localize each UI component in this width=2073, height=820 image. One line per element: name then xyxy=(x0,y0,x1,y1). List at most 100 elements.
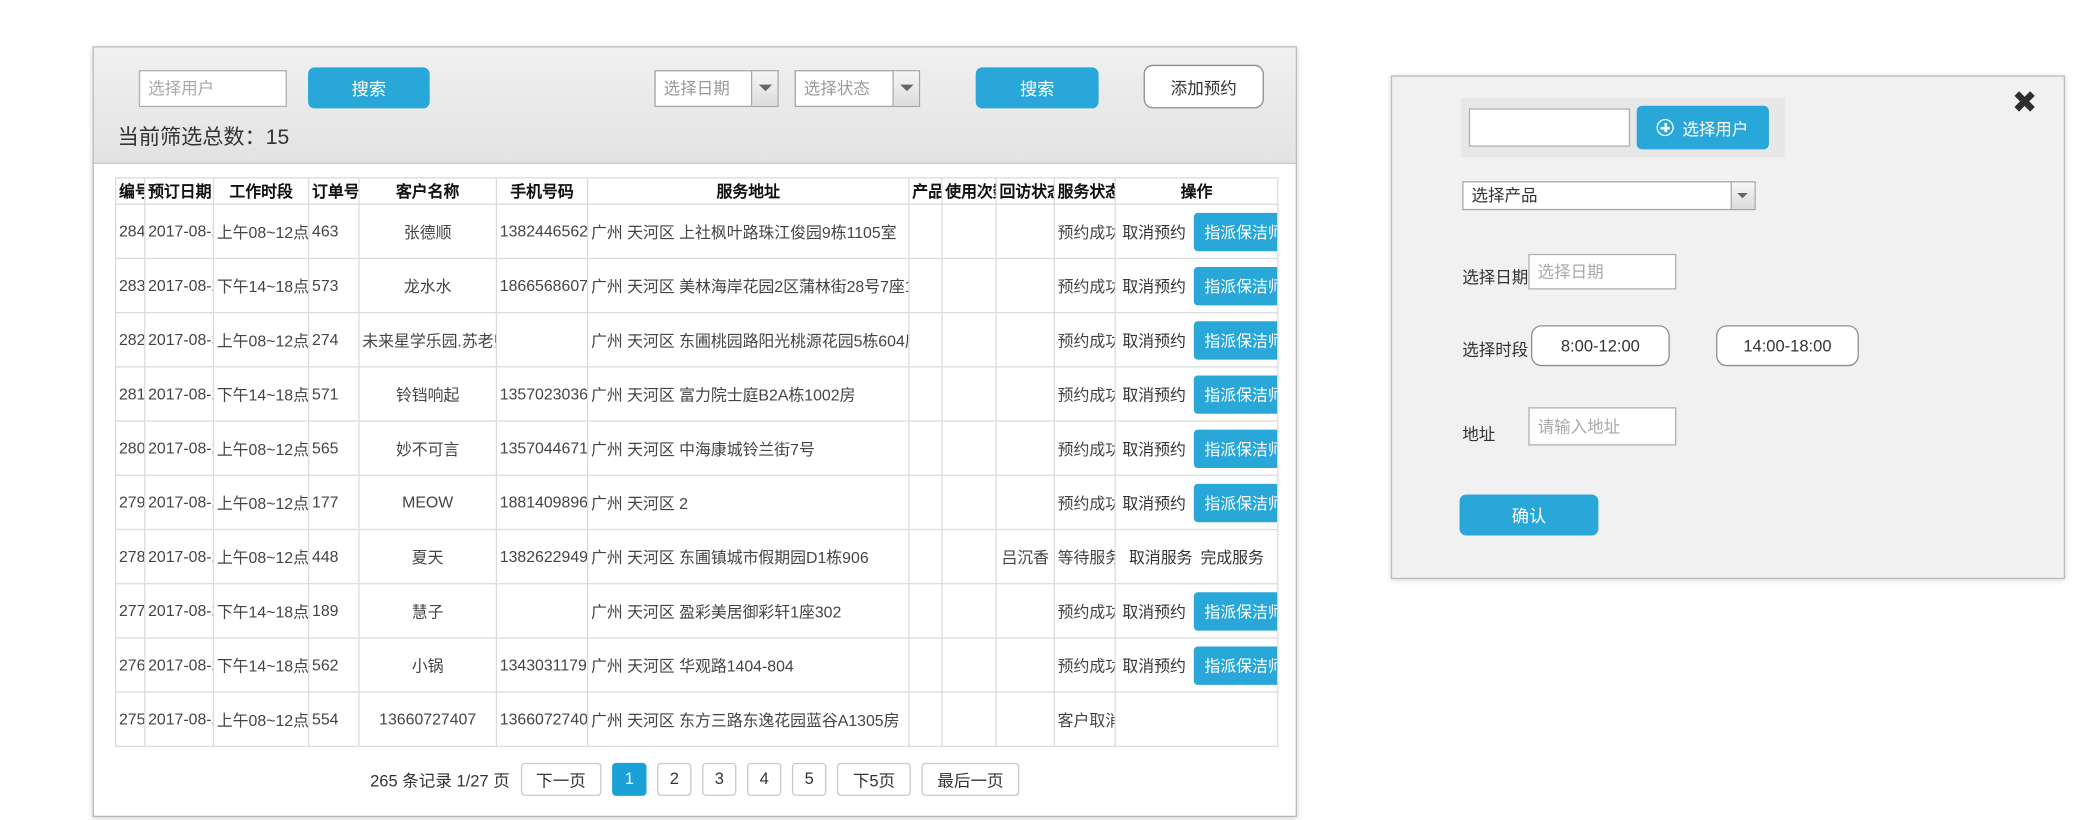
cell-id: 281 xyxy=(116,367,145,421)
cell-customer: 龙水水 xyxy=(359,258,496,312)
action-link[interactable]: 取消预约 xyxy=(1122,331,1185,350)
cell-customer: 13660727407 xyxy=(359,692,496,746)
cell-actions: 取消预约指派保洁师 xyxy=(1115,475,1278,529)
column-header: 使用次数 xyxy=(942,178,996,204)
search-filter-button[interactable]: 搜索 xyxy=(976,67,1099,108)
user-filter-input[interactable] xyxy=(139,70,287,107)
cell-order: 554 xyxy=(309,692,359,746)
page-button-2[interactable]: 2 xyxy=(657,762,691,795)
cell-customer: 张德顺 xyxy=(359,204,496,258)
cell-order: 177 xyxy=(309,475,359,529)
cell-status: 预约成功 xyxy=(1054,584,1115,638)
action-link[interactable]: 取消预约 xyxy=(1122,440,1185,459)
cell-status: 客户取消 xyxy=(1054,692,1115,746)
next-5-pages-button[interactable]: 下5页 xyxy=(837,762,911,795)
assign-cleaner-button[interactable]: 指派保洁师 xyxy=(1194,375,1278,413)
time-slot-afternoon-button[interactable]: 14:00-18:00 xyxy=(1716,325,1859,366)
cell-id: 277 xyxy=(116,584,145,638)
plus-circle-icon xyxy=(1657,119,1674,136)
assign-cleaner-button[interactable]: 指派保洁师 xyxy=(1194,212,1278,250)
chevron-down-icon xyxy=(1731,182,1755,208)
column-header: 操作 xyxy=(1115,178,1278,204)
page-button-5[interactable]: 5 xyxy=(792,762,826,795)
column-header: 预订日期 xyxy=(145,178,214,204)
cell-customer: MEOW xyxy=(359,475,496,529)
selected-user-input[interactable] xyxy=(1469,108,1630,146)
status-filter-select[interactable]: 选择状态 xyxy=(795,70,921,107)
assign-cleaner-button[interactable]: 指派保洁师 xyxy=(1194,321,1278,359)
user-picker-row: 选择用户 xyxy=(1461,98,1785,157)
assign-cleaner-button[interactable]: 指派保洁师 xyxy=(1194,592,1278,630)
cell-actions: 取消预约指派保洁师 xyxy=(1115,313,1278,367)
table-row: 2752017-08-21上午08~12点5541366072740713660… xyxy=(116,692,1278,746)
cell-product xyxy=(909,584,942,638)
cell-id: 275 xyxy=(116,692,145,746)
cell-phone: 13824465620 xyxy=(496,204,587,258)
cell-usage xyxy=(942,367,996,421)
last-page-button[interactable]: 最后一页 xyxy=(922,762,1020,795)
page-button-4[interactable]: 4 xyxy=(747,762,781,795)
cell-actions: 取消预约指派保洁师 xyxy=(1115,204,1278,258)
product-select[interactable]: 选择产品 xyxy=(1462,181,1755,210)
bookings-table: 编号预订日期工作时段订单号客户名称手机号码服务地址产品使用次数回访状态服务状态操… xyxy=(115,177,1278,747)
filter-toolbar: 搜索 选择日期 选择状态 搜索 添加预约 当前筛选总数：15 xyxy=(94,48,1296,164)
action-link[interactable]: 取消预约 xyxy=(1122,602,1185,621)
action-link[interactable]: 取消预约 xyxy=(1122,223,1185,242)
cell-address: 广州 天河区 中海康城铃兰街7号 xyxy=(588,421,909,475)
cell-phone: 18814098968 xyxy=(496,475,587,529)
page: 搜索 选择日期 选择状态 搜索 添加预约 当前筛选总数：15 编号预订日期工作时… xyxy=(0,0,2073,820)
cell-date: 2017-08-25 xyxy=(145,258,214,312)
cell-id: 283 xyxy=(116,258,145,312)
cell-id: 280 xyxy=(116,421,145,475)
table-row: 2802017-08-25上午08~12点565妙不可言13570446713广… xyxy=(116,421,1278,475)
cell-order: 562 xyxy=(309,638,359,692)
cell-order: 571 xyxy=(309,367,359,421)
cell-slot: 下午14~18点 xyxy=(214,584,309,638)
cell-status: 预约成功 xyxy=(1054,475,1115,529)
column-header: 回访状态 xyxy=(996,178,1054,204)
assign-cleaner-button[interactable]: 指派保洁师 xyxy=(1194,429,1278,467)
cell-visit xyxy=(996,204,1054,258)
action-link[interactable]: 取消预约 xyxy=(1122,494,1185,513)
cell-product xyxy=(909,692,942,746)
action-link[interactable]: 取消预约 xyxy=(1122,385,1185,404)
cell-order: 463 xyxy=(309,204,359,258)
date-filter-select[interactable]: 选择日期 xyxy=(654,70,778,107)
assign-cleaner-button[interactable]: 指派保洁师 xyxy=(1194,266,1278,304)
cell-date: 2017-08-30 xyxy=(145,313,214,367)
assign-cleaner-button[interactable]: 指派保洁师 xyxy=(1194,646,1278,684)
address-field-label: 地址 xyxy=(1462,420,1495,445)
time-slot-morning-button[interactable]: 8:00-12:00 xyxy=(1531,325,1670,366)
cell-usage xyxy=(942,313,996,367)
next-page-button[interactable]: 下一页 xyxy=(520,762,601,795)
assign-cleaner-button[interactable]: 指派保洁师 xyxy=(1194,483,1278,521)
action-link[interactable]: 取消预约 xyxy=(1122,656,1185,675)
cell-id: 282 xyxy=(116,313,145,367)
cell-date: 2017-08-21 xyxy=(145,529,214,583)
address-input[interactable] xyxy=(1528,407,1676,445)
chevron-down-icon xyxy=(892,71,918,105)
page-button-1[interactable]: 1 xyxy=(612,762,646,795)
cell-visit xyxy=(996,258,1054,312)
action-link[interactable]: 取消服务 xyxy=(1129,548,1192,567)
cell-id: 278 xyxy=(116,529,145,583)
cell-address: 广州 天河区 东方三路东逸花园蓝谷A1305房 xyxy=(588,692,909,746)
cell-actions: 取消服务完成服务 xyxy=(1115,529,1278,583)
cell-address: 广州 天河区 盈彩美居御彩轩1座302 xyxy=(588,584,909,638)
cell-address: 广州 天河区 2 xyxy=(588,475,909,529)
action-link[interactable]: 取消预约 xyxy=(1122,277,1185,296)
confirm-button[interactable]: 确认 xyxy=(1460,494,1599,535)
select-user-button[interactable]: 选择用户 xyxy=(1637,106,1769,150)
cell-visit xyxy=(996,584,1054,638)
cell-order: 565 xyxy=(309,421,359,475)
record-summary: 265 条记录 1/27 页 xyxy=(370,766,510,791)
cell-actions: 取消预约指派保洁师 xyxy=(1115,421,1278,475)
cell-product xyxy=(909,367,942,421)
action-link[interactable]: 完成服务 xyxy=(1200,548,1263,567)
booking-date-input[interactable] xyxy=(1528,254,1676,290)
close-icon[interactable]: ✖ xyxy=(2012,87,2037,117)
page-button-3[interactable]: 3 xyxy=(702,762,736,795)
search-user-button[interactable]: 搜索 xyxy=(308,67,430,108)
table-row: 2812017-08-27下午14~18点571铃铛响起13570230363广… xyxy=(116,367,1278,421)
add-booking-button[interactable]: 添加预约 xyxy=(1144,65,1264,109)
